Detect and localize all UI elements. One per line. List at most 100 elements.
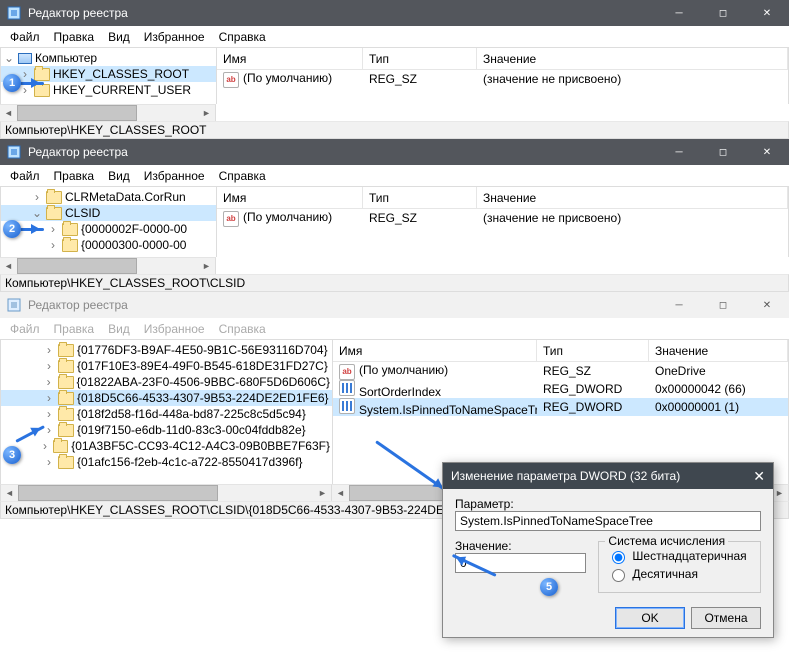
edit-dword-dialog: Изменение параметра DWORD (32 бита) ✕ Па…	[442, 462, 774, 638]
window-title: Редактор реестра	[28, 6, 657, 20]
menu-fav[interactable]: Избранное	[138, 28, 211, 46]
tree-scrollbar[interactable]: ◄►	[0, 484, 332, 501]
dword-icon	[339, 380, 355, 396]
tree-item[interactable]: ›{01A3BF5C-CC93-4C12-A4C3-09B0BBE7F63F}	[1, 438, 332, 454]
value-row[interactable]: SortOrderIndex REG_DWORD 0x00000042 (66)	[333, 380, 788, 398]
chevron-right-icon: ›	[19, 67, 31, 81]
menu-edit[interactable]: Правка	[48, 28, 101, 46]
step-badge-3: 3	[3, 446, 21, 464]
menu-bar: Файл Правка Вид Избранное Справка	[0, 26, 789, 48]
ok-button[interactable]: OK	[615, 607, 685, 629]
menu-view[interactable]: Вид	[102, 320, 136, 338]
tree-item[interactable]: ›{01776DF3-B9AF-4E50-9B1C-56E93116D704}	[1, 342, 332, 358]
tree-item[interactable]: ›{01afc156-f2eb-4c1c-a722-8550417d396f}	[1, 454, 332, 470]
param-input[interactable]	[455, 511, 761, 531]
folder-icon	[46, 191, 62, 204]
menu-edit[interactable]: Правка	[48, 167, 101, 185]
chevron-down-icon: ⌄	[3, 51, 15, 65]
column-type[interactable]: Тип	[363, 187, 477, 208]
tree-pane: ›{01776DF3-B9AF-4E50-9B1C-56E93116D704} …	[1, 340, 333, 484]
window-1: Редактор реестра ─ ◻ ✕ Файл Правка Вид И…	[0, 0, 789, 139]
close-button[interactable]: ✕	[745, 292, 789, 318]
column-type[interactable]: Тип	[363, 48, 477, 69]
dword-icon	[339, 398, 355, 414]
menu-help[interactable]: Справка	[213, 167, 272, 185]
tree-item[interactable]: ›CLRMetaData.CorRun	[1, 189, 216, 205]
menu-file[interactable]: Файл	[4, 167, 46, 185]
column-value[interactable]: Значение	[649, 340, 788, 361]
maximize-button[interactable]: ◻	[701, 0, 745, 26]
menu-fav[interactable]: Избранное	[138, 320, 211, 338]
titlebar: Редактор реестра ─ ◻ ✕	[0, 292, 789, 318]
menu-fav[interactable]: Избранное	[138, 167, 211, 185]
dialog-titlebar: Изменение параметра DWORD (32 бита) ✕	[443, 463, 773, 489]
column-value[interactable]: Значение	[477, 187, 788, 208]
chevron-right-icon: ›	[19, 83, 31, 97]
window-title: Редактор реестра	[28, 145, 657, 159]
tree-item[interactable]: ›{01822ABA-23F0-4506-9BBC-680F5D6D606C}	[1, 374, 332, 390]
values-pane: Имя Тип Значение ab(По умолчанию) REG_SZ…	[217, 187, 788, 257]
column-name[interactable]: Имя	[217, 187, 363, 208]
column-name[interactable]: Имя	[217, 48, 363, 69]
menu-view[interactable]: Вид	[102, 167, 136, 185]
step-badge-1: 1	[3, 74, 21, 92]
column-type[interactable]: Тип	[537, 340, 649, 361]
window-2: Редактор реестра ─ ◻ ✕ Файл Правка Вид И…	[0, 139, 789, 292]
tree-pane: ›CLRMetaData.CorRun ⌄CLSID ›{0000002F-00…	[1, 187, 217, 257]
column-value[interactable]: Значение	[477, 48, 788, 69]
menu-bar: Файл Правка Вид Избранное Справка	[0, 165, 789, 187]
column-name[interactable]: Имя	[333, 340, 537, 361]
radio-hex[interactable]: Шестнадцатеричная	[607, 548, 752, 564]
dialog-title: Изменение параметра DWORD (32 бита)	[451, 469, 680, 483]
tree-item-computer[interactable]: ⌄Компьютер	[1, 50, 216, 66]
value-label: Значение:	[455, 539, 586, 553]
folder-icon	[62, 239, 78, 252]
base-legend: Система исчисления	[605, 534, 728, 548]
menu-edit[interactable]: Правка	[48, 320, 101, 338]
close-icon[interactable]: ✕	[753, 468, 765, 485]
tree-pane: ⌄Компьютер ›HKEY_CLASSES_ROOT ›HKEY_CURR…	[1, 48, 217, 104]
menu-help[interactable]: Справка	[213, 320, 272, 338]
menu-bar: Файл Правка Вид Избранное Справка	[0, 318, 789, 340]
menu-help[interactable]: Справка	[213, 28, 272, 46]
arrow-1	[20, 82, 44, 85]
regedit-icon	[6, 5, 22, 21]
menu-file[interactable]: Файл	[4, 28, 46, 46]
cancel-button[interactable]: Отмена	[691, 607, 761, 629]
arrow-2	[20, 228, 44, 231]
close-button[interactable]: ✕	[745, 0, 789, 26]
tree-item[interactable]: ›{018f2d58-f16d-448a-bd87-225c8c5d5c94}	[1, 406, 332, 422]
tree-item[interactable]: ›{017F10E3-89E4-49F0-B545-618DE31FD27C}	[1, 358, 332, 374]
value-row[interactable]: ab(По умолчанию) REG_SZ (значение не при…	[217, 70, 788, 88]
tree-item-clsid[interactable]: ⌄CLSID	[1, 205, 216, 221]
tree-scrollbar[interactable]: ◄►	[0, 257, 216, 274]
titlebar: Редактор реестра ─ ◻ ✕	[0, 0, 789, 26]
values-pane: Имя Тип Значение ab(По умолчанию) REG_SZ…	[217, 48, 788, 104]
tree-item[interactable]: ›{019f7150-e6db-11d0-83c3-00c04fddb82e}	[1, 422, 332, 438]
folder-icon	[62, 223, 78, 236]
window-title: Редактор реестра	[28, 298, 657, 312]
chevron-down-icon: ⌄	[31, 206, 43, 220]
value-row-selected[interactable]: System.IsPinnedToNameSpaceTree REG_DWORD…	[333, 398, 788, 416]
minimize-button[interactable]: ─	[657, 139, 701, 165]
tree-scrollbar[interactable]: ◄►	[0, 104, 216, 121]
string-icon: ab	[223, 72, 239, 88]
tree-item[interactable]: ›{00000300-0000-00	[1, 237, 216, 253]
minimize-button[interactable]: ─	[657, 292, 701, 318]
step-badge-5: 5	[540, 578, 558, 596]
value-row[interactable]: ab(По умолчанию) REG_SZ OneDrive	[333, 362, 788, 380]
status-bar: Компьютер\HKEY_CLASSES_ROOT	[0, 121, 789, 139]
step-badge-2: 2	[3, 220, 21, 238]
menu-view[interactable]: Вид	[102, 28, 136, 46]
regedit-icon	[6, 297, 22, 313]
minimize-button[interactable]: ─	[657, 0, 701, 26]
value-row[interactable]: ab(По умолчанию) REG_SZ (значение не при…	[217, 209, 788, 227]
close-button[interactable]: ✕	[745, 139, 789, 165]
tree-item-selected-guid[interactable]: ›{018D5C66-4533-4307-9B53-224DE2ED1FE6}	[1, 390, 332, 406]
maximize-button[interactable]: ◻	[701, 292, 745, 318]
param-label: Параметр:	[455, 497, 761, 511]
maximize-button[interactable]: ◻	[701, 139, 745, 165]
string-icon: ab	[339, 364, 355, 380]
radio-dec[interactable]: Десятичная	[607, 566, 752, 582]
menu-file[interactable]: Файл	[4, 320, 46, 338]
